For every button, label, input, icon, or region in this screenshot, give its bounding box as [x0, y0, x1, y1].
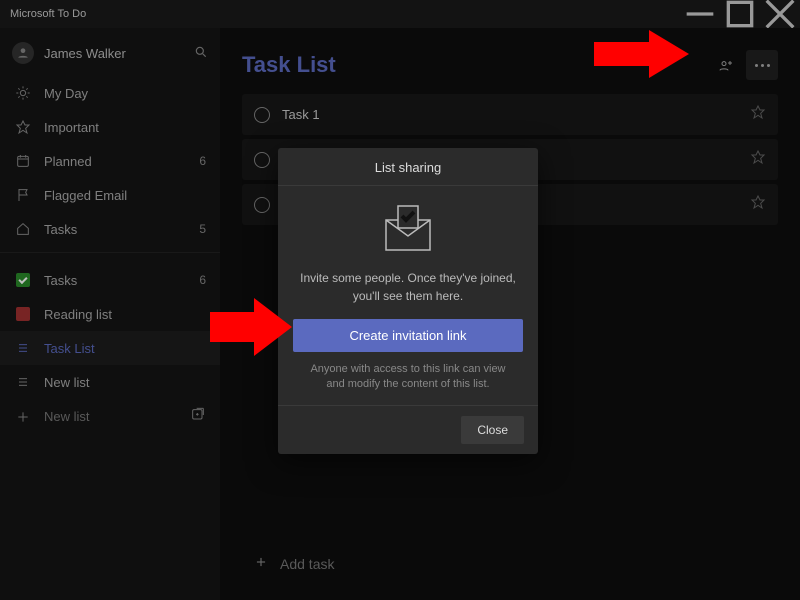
dialog-title: List sharing: [278, 148, 538, 186]
app-window: Microsoft To Do James Walker: [0, 0, 800, 600]
dialog-close-button[interactable]: Close: [461, 416, 524, 444]
list-sharing-dialog: List sharing Invite some people. Once th…: [278, 148, 538, 454]
envelope-check-icon: [376, 200, 440, 259]
create-invitation-link-button[interactable]: Create invitation link: [293, 319, 523, 352]
dialog-subtext: Anyone with access to this link can view…: [298, 362, 518, 393]
annotation-arrow-icon: [210, 298, 292, 361]
dialog-invite-text: Invite some people. Once they've joined,…: [298, 269, 518, 305]
annotation-arrow-icon: [594, 30, 689, 83]
